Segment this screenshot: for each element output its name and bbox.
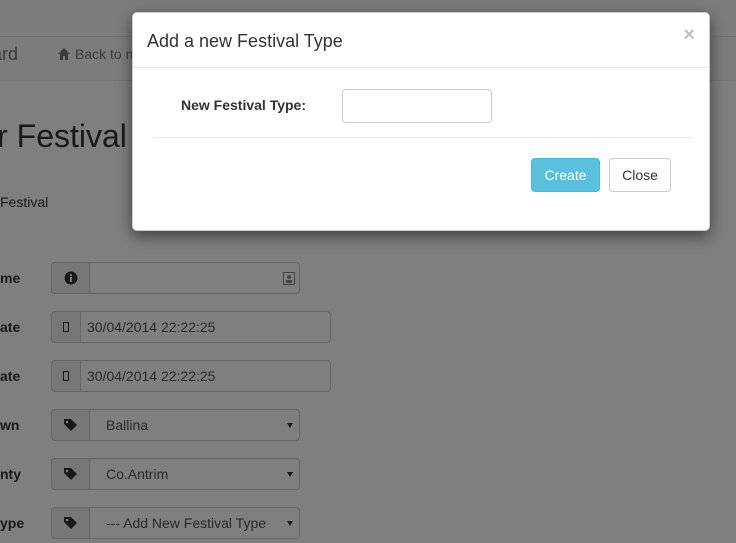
add-festival-type-modal: Add a new Festival Type × New Festival T… — [132, 12, 710, 231]
close-icon[interactable]: × — [683, 25, 695, 45]
create-button[interactable]: Create — [531, 158, 600, 192]
modal-title: Add a new Festival Type — [147, 31, 343, 51]
modal-header: Add a new Festival Type × — [133, 13, 709, 68]
new-festival-type-input[interactable] — [342, 89, 492, 123]
modal-divider — [153, 137, 691, 138]
close-button[interactable]: Close — [609, 158, 671, 192]
new-festival-type-label: New Festival Type: — [181, 97, 307, 113]
